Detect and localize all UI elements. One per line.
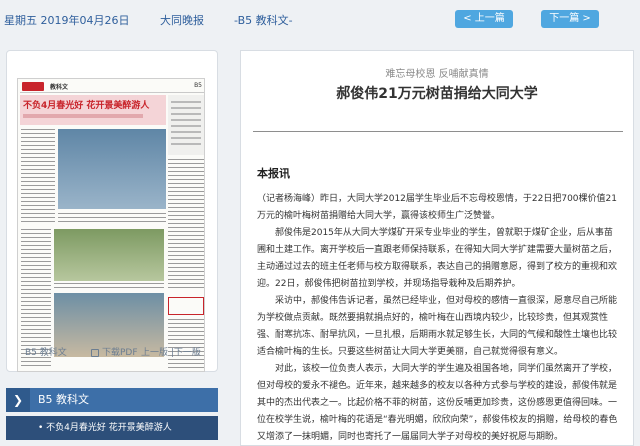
article-byline: 本报讯: [257, 167, 290, 180]
newspaper-logo: [22, 82, 44, 91]
thumbnail-text-block: [168, 159, 204, 291]
article-paragraph: （记者杨海峰）昨日，大同大学2012届学生毕业后不忘母校恩情，于22日把700棵…: [257, 194, 617, 221]
article-panel: 难忘母校恩 反哺献真情 郝俊伟21万元树苗捐给大同大学 本报讯 （记者杨海峰）昨…: [240, 50, 634, 446]
title-divider: [253, 131, 623, 132]
thumbnail-photo[interactable]: [54, 229, 164, 281]
newspaper-name: 大同晚报: [160, 14, 204, 27]
download-pdf-label: 下载PDF: [102, 348, 138, 358]
download-icon: [91, 348, 99, 357]
section-list-item[interactable]: • 不负4月春光好 花开景美醉游人: [6, 416, 218, 440]
article-paragraph: 采访中，郝俊伟告诉记者，虽然已经毕业，但对母校的感情一直很深，愿意尽自己所能为学…: [257, 296, 618, 357]
article-body: （记者杨海峰）昨日，大同大学2012届学生毕业后不忘母校恩情，于22日把700棵…: [257, 191, 621, 445]
article-title: 郝俊伟21万元树苗捐给大同大学: [336, 86, 538, 102]
thumbnail-highlight-box[interactable]: [168, 297, 204, 315]
section-list-title: B5 教科文: [38, 393, 90, 406]
thumbnail-headline[interactable]: 不负4月春光好 花开景美醉游人: [20, 95, 166, 125]
section-name: -B5 教科文-: [234, 14, 293, 27]
thumbnail-page-label: B5: [194, 82, 202, 89]
thumbnail-headline-text: 不负4月春光好 花开景美醉游人: [23, 101, 150, 111]
section-list-header[interactable]: ❯ B5 教科文: [6, 388, 218, 412]
edition-link[interactable]: B5 教科文: [25, 345, 67, 358]
download-pdf-link[interactable]: 下载PDF: [91, 345, 138, 358]
page-thumbnail[interactable]: 教科文 B5 不负4月春光好 花开景美醉游人: [17, 78, 205, 372]
article-paragraph: 郝俊伟是2015年从大同大学煤矿开采专业毕业的学生，曾就职于煤矿企业，后从事苗圃…: [257, 228, 618, 289]
thumbnail-text-block: [58, 213, 166, 225]
thumbnail-section-label: 教科文: [50, 84, 69, 91]
thumbnail-photo[interactable]: [58, 129, 166, 209]
issue-date: 星期五 2019年04月26日: [4, 14, 130, 27]
next-article-button[interactable]: 下一篇 >: [541, 10, 599, 28]
page-thumbnail-panel: 教科文 B5 不负4月春光好 花开景美醉游人 B5 教科文 下载PDF 上一版 …: [6, 50, 218, 372]
chevron-right-icon: ❯: [6, 388, 30, 412]
thumbnail-footer: B5 教科文 下载PDF 上一版 |下一版: [7, 341, 219, 361]
prev-article-button[interactable]: < 上一篇: [455, 10, 513, 28]
top-bar: 星期五 2019年04月26日 大同晚报 -B5 教科文- < 上一篇 下一篇 …: [0, 0, 640, 38]
article-paragraph: 对此，该校一位负责人表示，大同大学的学生遍及祖国各地，同学们虽然离开了学校，但对…: [257, 364, 618, 442]
thumbnail-text-block: [21, 129, 55, 225]
thumbnail-text-block: [54, 283, 164, 291]
thumbnail-masthead: 教科文 B5: [20, 81, 204, 93]
page-nav-links[interactable]: 上一版 |下一版: [141, 345, 201, 358]
thumbnail-subhead: [23, 114, 143, 118]
thumbnail-side-column: [168, 95, 204, 155]
article-kicker: 难忘母校恩 反哺献真情: [385, 69, 489, 80]
